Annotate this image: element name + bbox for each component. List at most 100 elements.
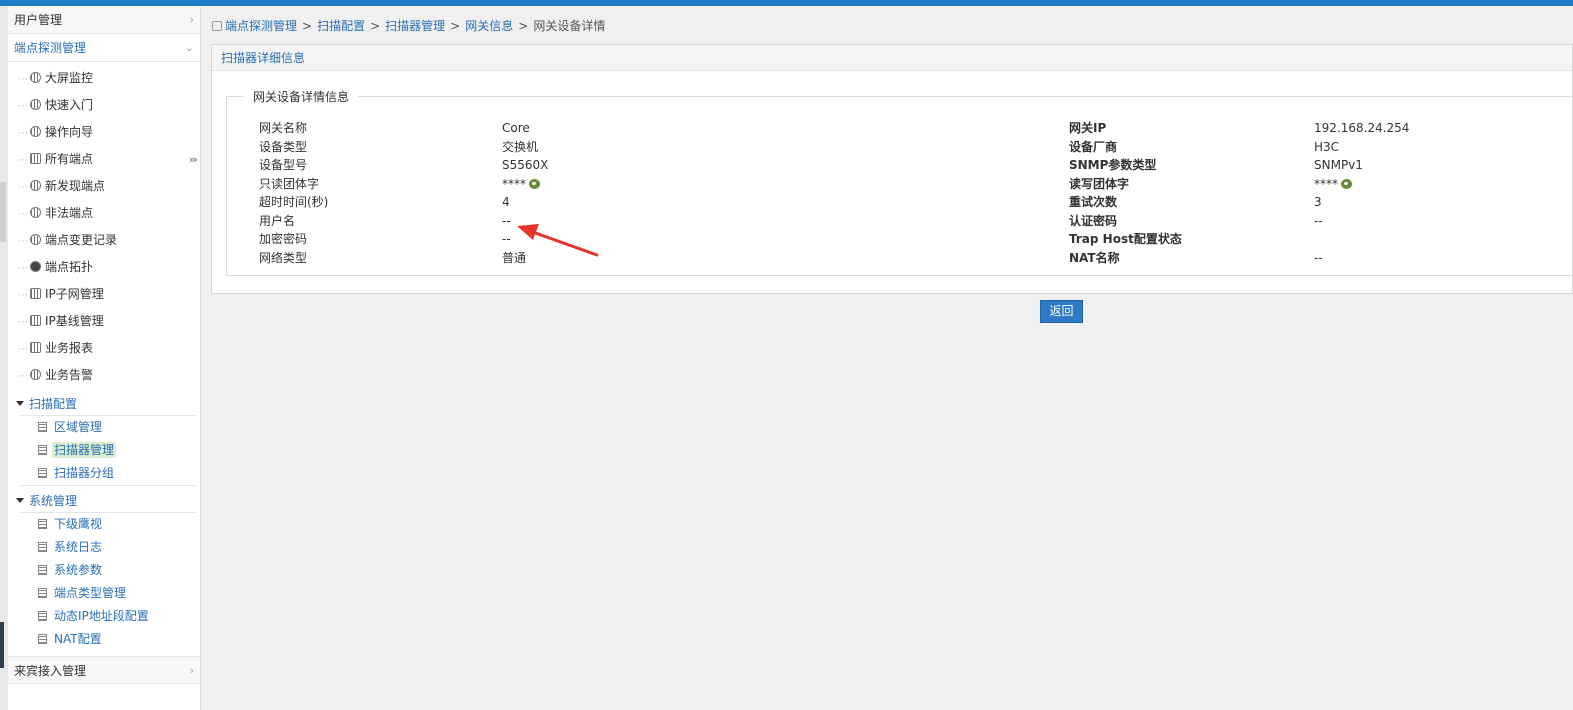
tree-item-label: 扫描器分组 xyxy=(54,466,115,480)
triangle-down-icon xyxy=(16,401,24,406)
field-label: SNMP参数类型 xyxy=(1069,158,1157,172)
sidebar-item-label: 操作向导 xyxy=(45,125,94,139)
top-bar xyxy=(0,0,1573,6)
field-label: 超时时间(秒) xyxy=(259,195,329,209)
tree-item-system-params[interactable]: 系统参数 xyxy=(8,559,200,582)
sidebar-item-label: 业务报表 xyxy=(45,341,94,355)
tree-item-nat-config[interactable]: NAT配置 xyxy=(8,628,200,651)
sidebar-item-label: 快速入门 xyxy=(45,98,94,112)
tree-item-scanner-mgmt[interactable]: 扫描器管理 xyxy=(8,439,200,462)
detail-row: 设备类型 交换机 设备厂商 H3C xyxy=(227,138,1573,157)
sidebar-item-all-endpoints[interactable]: ⋯ 所有端点 ››› xyxy=(8,146,200,173)
sidebar-item-quick-start[interactable]: ⋯ 快速入门 xyxy=(8,92,200,119)
tree-item-label: 系统参数 xyxy=(54,563,103,577)
chevron-down-icon: ⌄ xyxy=(184,41,194,54)
field-label: 加密密码 xyxy=(259,232,308,246)
sidebar-group-user-mgmt[interactable]: 用户管理 › xyxy=(8,6,200,34)
sidebar-item-label: 所有端点 xyxy=(45,152,94,166)
field-value: 交换机 xyxy=(502,139,539,154)
gear-icon xyxy=(30,99,41,110)
alarm-icon xyxy=(30,369,41,380)
sidebar-item-wizard[interactable]: ⋯ 操作向导 xyxy=(8,119,200,146)
breadcrumb-link[interactable]: 扫描配置 xyxy=(317,19,365,33)
scanner-icon xyxy=(38,445,47,455)
copy-icon xyxy=(38,468,47,478)
sidebar-item-topology[interactable]: ⋯ 端点拓扑 xyxy=(8,254,200,281)
detail-row: 只读团体字 **** 读写团体字 **** xyxy=(227,175,1573,194)
fingerprint-icon xyxy=(38,634,47,644)
expand-more-icon[interactable]: ››› xyxy=(189,146,198,173)
sidebar-item-label: 大屏监控 xyxy=(45,71,94,85)
tree-node-label: 系统管理 xyxy=(29,494,78,508)
tree-item-label: 端点类型管理 xyxy=(54,586,127,600)
breadcrumb: 端点探测管理 > 扫描配置 > 扫描器管理 > 网关信息 > 网关设备详情 xyxy=(212,16,605,36)
breadcrumb-link[interactable]: 网关信息 xyxy=(465,19,513,33)
tree-node-system-mgmt[interactable]: 系统管理 xyxy=(8,490,200,512)
show-password-icon[interactable] xyxy=(1341,178,1352,189)
tree-item-system-log[interactable]: 系统日志 xyxy=(8,536,200,559)
chart-icon xyxy=(30,288,41,299)
tree-item-label: 下级鹰视 xyxy=(54,517,103,531)
target-icon xyxy=(30,180,41,191)
sidebar-group-guest-access[interactable]: 来宾接入管理 › xyxy=(8,656,200,684)
breadcrumb-separator: > xyxy=(370,19,381,33)
fieldset-legend: 网关设备详情信息 xyxy=(244,88,359,105)
field-label: 用户名 xyxy=(259,213,296,228)
field-label: 只读团体字 xyxy=(259,176,320,191)
sidebar-group-label: 用户管理 xyxy=(14,13,63,27)
tree-node-scan-config[interactable]: 扫描配置 xyxy=(8,393,200,415)
tree-item-region-mgmt[interactable]: 区域管理 xyxy=(8,416,200,439)
tree-item-label: 区域管理 xyxy=(54,420,103,434)
tree-item-scanner-group[interactable]: 扫描器分组 xyxy=(8,462,200,485)
field-label: Trap Host配置状态 xyxy=(1069,232,1182,246)
detail-panel: 扫描器详细信息 网关设备详情信息 网关名称 Core 网关IP 192.168.… xyxy=(211,44,1573,294)
back-button[interactable]: 返回 xyxy=(1040,300,1083,323)
tree-item-dynamic-ip[interactable]: 动态IP地址段配置 xyxy=(8,605,200,628)
field-label: 读写团体字 xyxy=(1069,176,1130,191)
sidebar-group-label: 来宾接入管理 xyxy=(14,664,87,678)
sidebar-group-endpoint-mgmt[interactable]: 端点探测管理 ⌄ xyxy=(8,34,200,62)
breadcrumb-link[interactable]: 扫描器管理 xyxy=(385,19,445,33)
detail-row: 加密密码 -- Trap Host配置状态 xyxy=(227,230,1573,249)
tree-item-label: NAT配置 xyxy=(54,632,102,646)
masked-text: **** xyxy=(1314,176,1338,191)
detail-row: 超时时间(秒) 4 重试次数 3 xyxy=(227,193,1573,212)
breadcrumb-link[interactable]: 端点探测管理 xyxy=(225,19,297,33)
sidebar-item-label: 新发现端点 xyxy=(45,179,106,193)
tree-item-sub-eagle[interactable]: 下级鹰视 xyxy=(8,513,200,536)
home-icon xyxy=(212,21,222,31)
chevron-right-icon: › xyxy=(189,664,194,677)
masked-text: **** xyxy=(502,176,526,191)
sidebar-item-ip-subnet[interactable]: ⋯ IP子网管理 xyxy=(8,281,200,308)
sidebar-item-ip-baseline[interactable]: ⋯ IP基线管理 xyxy=(8,308,200,335)
field-value: H3C xyxy=(1314,139,1340,154)
field-value: 3 xyxy=(1314,195,1322,209)
field-value-masked: **** xyxy=(502,175,540,194)
sliders-icon xyxy=(38,565,47,575)
sidebar-item-change-log[interactable]: ⋯ 端点变更记录 xyxy=(8,227,200,254)
tree-item-endpoint-type[interactable]: 端点类型管理 xyxy=(8,582,200,605)
field-label: 网关IP xyxy=(1069,121,1107,135)
sidebar-item-label: 端点变更记录 xyxy=(45,233,118,247)
sidebar-item-new-endpoints[interactable]: ⋯ 新发现端点 xyxy=(8,173,200,200)
field-value: 4 xyxy=(502,195,510,209)
sidebar-item-report[interactable]: ⋯ 业务报表 xyxy=(8,335,200,362)
detail-row: 用户名 -- 认证密码 -- xyxy=(227,212,1573,231)
field-label: 设备厂商 xyxy=(1069,139,1118,154)
triangle-down-icon xyxy=(16,498,24,503)
gear-icon xyxy=(30,207,41,218)
grid-icon xyxy=(30,153,41,164)
field-label: NAT名称 xyxy=(1069,250,1120,265)
detail-row: 网络类型 普通 NAT名称 -- xyxy=(227,249,1573,268)
show-password-icon[interactable] xyxy=(529,178,540,189)
field-value-masked: **** xyxy=(1314,175,1352,194)
hierarchy-icon xyxy=(38,519,47,529)
sidebar-item-big-screen[interactable]: ⋯ 大屏监控 xyxy=(8,65,200,92)
sidebar-item-alarm[interactable]: ⋯ 业务告警 xyxy=(8,362,200,389)
annotation-arrow-icon xyxy=(517,224,599,257)
sidebar-item-illegal-endpoints[interactable]: ⋯ 非法端点 xyxy=(8,200,200,227)
field-value: -- xyxy=(1314,213,1323,228)
field-label: 设备类型 xyxy=(259,139,308,154)
sidebar-item-label: 业务告警 xyxy=(45,368,94,382)
topology-icon xyxy=(30,261,41,272)
